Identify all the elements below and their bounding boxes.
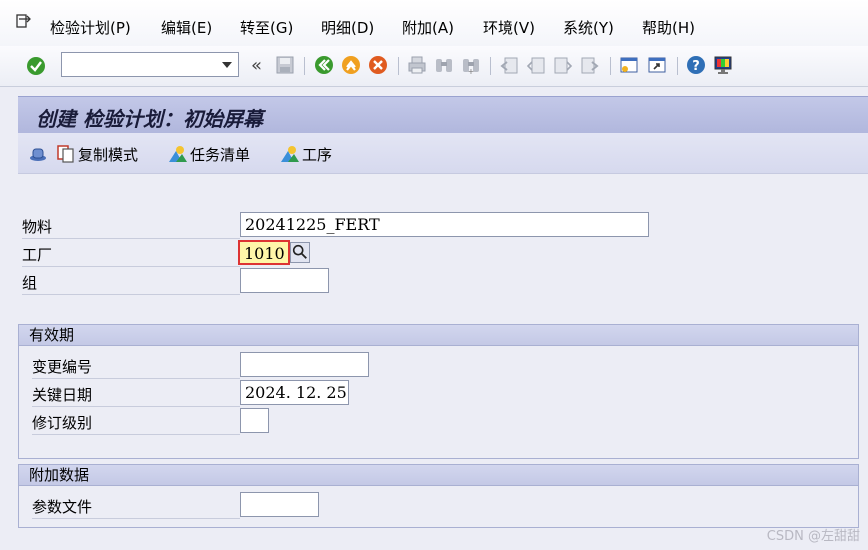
- task-list-label: 任务清单: [190, 145, 251, 164]
- hat-icon: [30, 148, 46, 161]
- change-number-field[interactable]: [240, 352, 369, 377]
- menu-environment[interactable]: 环境(V): [483, 17, 535, 38]
- copy-mode-label: 复制模式: [78, 145, 139, 164]
- find-next-icon[interactable]: +: [461, 55, 481, 75]
- revision-level-field[interactable]: [240, 408, 269, 433]
- copy-mode-button[interactable]: 复制模式: [56, 143, 138, 165]
- profile-field[interactable]: [240, 492, 319, 517]
- next-page-icon[interactable]: [553, 55, 573, 75]
- svg-text:?: ?: [692, 59, 700, 74]
- customize-layout-icon[interactable]: [713, 55, 733, 75]
- exit-icon[interactable]: [341, 55, 361, 75]
- help-icon[interactable]: ?: [686, 55, 706, 75]
- menu-details[interactable]: 明细(D): [321, 17, 374, 38]
- last-page-icon[interactable]: [580, 55, 600, 75]
- menu-extras[interactable]: 附加(A): [402, 17, 454, 38]
- enter-icon[interactable]: [26, 56, 46, 76]
- validity-group-title: 有效期: [19, 325, 858, 346]
- first-page-icon[interactable]: [499, 55, 519, 75]
- command-field[interactable]: [61, 52, 239, 77]
- create-session-icon[interactable]: [619, 55, 639, 75]
- application-toolbar: 复制模式 任务清单 工序: [18, 133, 868, 174]
- search-icon: [292, 244, 307, 259]
- mountain-icon: [169, 146, 187, 162]
- additional-data-group-title: 附加数据: [19, 465, 858, 486]
- plant-field[interactable]: 1010: [238, 240, 290, 265]
- plant-label: 工厂: [22, 246, 53, 264]
- profile-label: 参数文件: [32, 498, 93, 516]
- page-title: 创建 检验计划：初始屏幕: [36, 107, 263, 131]
- menu-goto[interactable]: 转至(G): [240, 17, 293, 38]
- copy-icon: [57, 145, 74, 163]
- menu-edit[interactable]: 编辑(E): [161, 17, 212, 38]
- operations-label: 工序: [302, 145, 333, 164]
- task-list-button[interactable]: 任务清单: [168, 143, 250, 165]
- svg-text:+: +: [468, 67, 475, 75]
- material-label: 物料: [22, 218, 53, 236]
- revision-level-label: 修订级别: [32, 414, 93, 432]
- plant-search-button[interactable]: [290, 242, 310, 263]
- previous-page-icon[interactable]: [526, 55, 546, 75]
- material-field[interactable]: 20241225_FERT: [240, 212, 649, 237]
- menu-system[interactable]: 系统(Y): [563, 17, 614, 38]
- menu-bar: 检验计划(P) 编辑(E) 转至(G) 明细(D) 附加(A) 环境(V) 系统…: [0, 0, 868, 47]
- operations-button[interactable]: 工序: [280, 143, 332, 165]
- group-field[interactable]: [240, 268, 329, 293]
- menu-inspection-plan[interactable]: 检验计划(P): [50, 17, 131, 38]
- change-number-label: 变更编号: [32, 358, 93, 376]
- shortcut-icon[interactable]: [647, 55, 667, 75]
- save-icon[interactable]: [275, 55, 295, 75]
- group-label: 组: [22, 274, 38, 292]
- menu-help[interactable]: 帮助(H): [642, 17, 695, 38]
- validity-group: 有效期: [18, 324, 859, 459]
- standard-toolbar: « + ?: [0, 46, 868, 87]
- cancel-icon[interactable]: [368, 55, 388, 75]
- back-icon[interactable]: [314, 55, 334, 75]
- collapse-command-icon[interactable]: «: [251, 55, 262, 76]
- key-date-label: 关键日期: [32, 386, 93, 404]
- screen-title-bar: 创建 检验计划：初始屏幕: [18, 96, 868, 133]
- main-content: 物料 20241225_FERT 工厂 1010 组 有效期 变更编号 关键日期…: [18, 174, 868, 550]
- mountain-icon: [281, 146, 299, 162]
- other-header-button[interactable]: [28, 143, 48, 165]
- chevron-down-icon[interactable]: [222, 62, 232, 68]
- print-icon[interactable]: [407, 55, 427, 75]
- find-icon[interactable]: [434, 55, 454, 75]
- watermark: CSDN @左甜甜: [766, 529, 860, 544]
- menu-toggle-icon[interactable]: [16, 14, 32, 28]
- key-date-field[interactable]: 2024. 12. 25: [240, 380, 349, 405]
